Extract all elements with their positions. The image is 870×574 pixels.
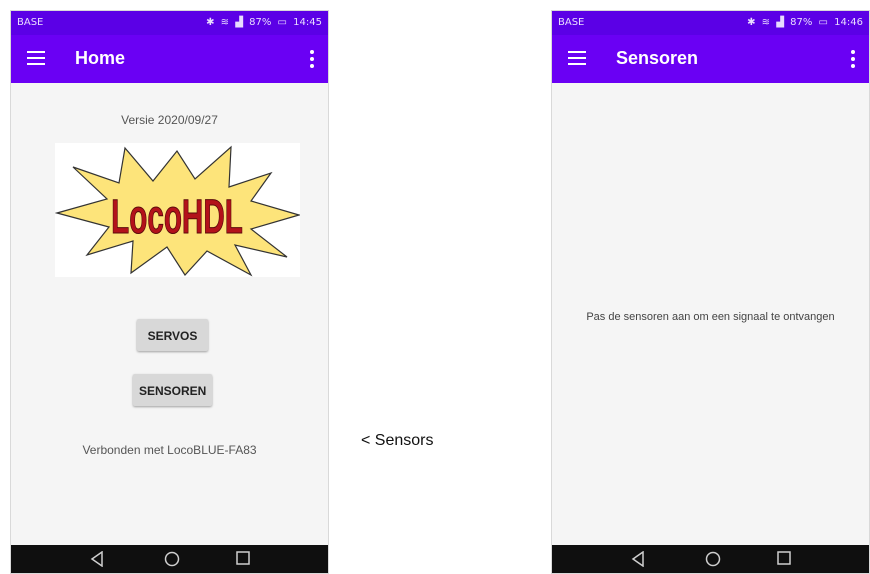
battery-percent: 87%	[249, 17, 272, 28]
system-nav-bar	[552, 545, 869, 573]
status-icons: ✱ ≋ ▟ 87% ▭ 14:45	[203, 17, 322, 28]
signal-icon: ▟	[235, 17, 243, 28]
app-bar: Home	[11, 35, 328, 83]
page-title: Home	[75, 48, 126, 68]
status-icons: ✱ ≋ ▟ 87% ▭ 14:46	[744, 17, 863, 28]
sensoren-content: Pas de sensoren aan om een signaal te on…	[552, 83, 869, 547]
back-icon[interactable]	[631, 551, 645, 567]
connection-status: Verbonden met LocoBLUE-FA83	[82, 443, 257, 457]
bluetooth-icon: ✱	[206, 17, 215, 28]
home-screen: BASE ✱ ≋ ▟ 87% ▭ 14:45 Home Versie 2020/…	[10, 10, 329, 574]
carrier-label: BASE	[17, 17, 44, 28]
battery-icon: ▭	[277, 17, 287, 28]
sensor-message: Pas de sensoren aan om een signaal te on…	[586, 311, 835, 323]
servos-button[interactable]: SERVOS	[137, 319, 208, 351]
home-icon[interactable]	[164, 551, 180, 567]
recent-apps-icon[interactable]	[236, 551, 250, 565]
app-bar: Sensoren	[552, 35, 869, 83]
home-icon[interactable]	[705, 551, 721, 567]
locohdl-logo: LocoHDL	[55, 143, 300, 277]
battery-icon: ▭	[818, 17, 828, 28]
clock: 14:45	[293, 17, 322, 28]
home-content: Versie 2020/09/27 LocoHDL SERVOS SENSORE…	[11, 83, 328, 547]
clock: 14:46	[834, 17, 863, 28]
more-vert-icon[interactable]	[306, 49, 318, 69]
screenshot-canvas: BASE ✱ ≋ ▟ 87% ▭ 14:45 Home Versie 2020/…	[0, 0, 870, 574]
hamburger-icon[interactable]	[27, 51, 45, 65]
recent-apps-icon[interactable]	[777, 551, 791, 565]
status-bar: BASE ✱ ≋ ▟ 87% ▭ 14:45	[11, 11, 328, 35]
wifi-icon: ≋	[220, 17, 230, 28]
sensoren-button[interactable]: SENSOREN	[133, 374, 212, 406]
back-icon[interactable]	[90, 551, 104, 567]
signal-icon: ▟	[776, 17, 784, 28]
system-nav-bar	[11, 545, 328, 573]
version-label: Versie 2020/09/27	[121, 113, 218, 127]
battery-percent: 87%	[790, 17, 813, 28]
caption-label: < Sensors	[361, 432, 434, 449]
wifi-icon: ≋	[761, 17, 771, 28]
hamburger-icon[interactable]	[568, 51, 586, 65]
carrier-label: BASE	[558, 17, 585, 28]
bluetooth-icon: ✱	[747, 17, 756, 28]
page-title: Sensoren	[616, 48, 699, 68]
logo-text: LocoHDL	[111, 189, 243, 243]
sensoren-screen: BASE ✱ ≋ ▟ 87% ▭ 14:46 Sensoren Pas de s…	[551, 10, 870, 574]
status-bar: BASE ✱ ≋ ▟ 87% ▭ 14:46	[552, 11, 869, 35]
more-vert-icon[interactable]	[847, 49, 859, 69]
